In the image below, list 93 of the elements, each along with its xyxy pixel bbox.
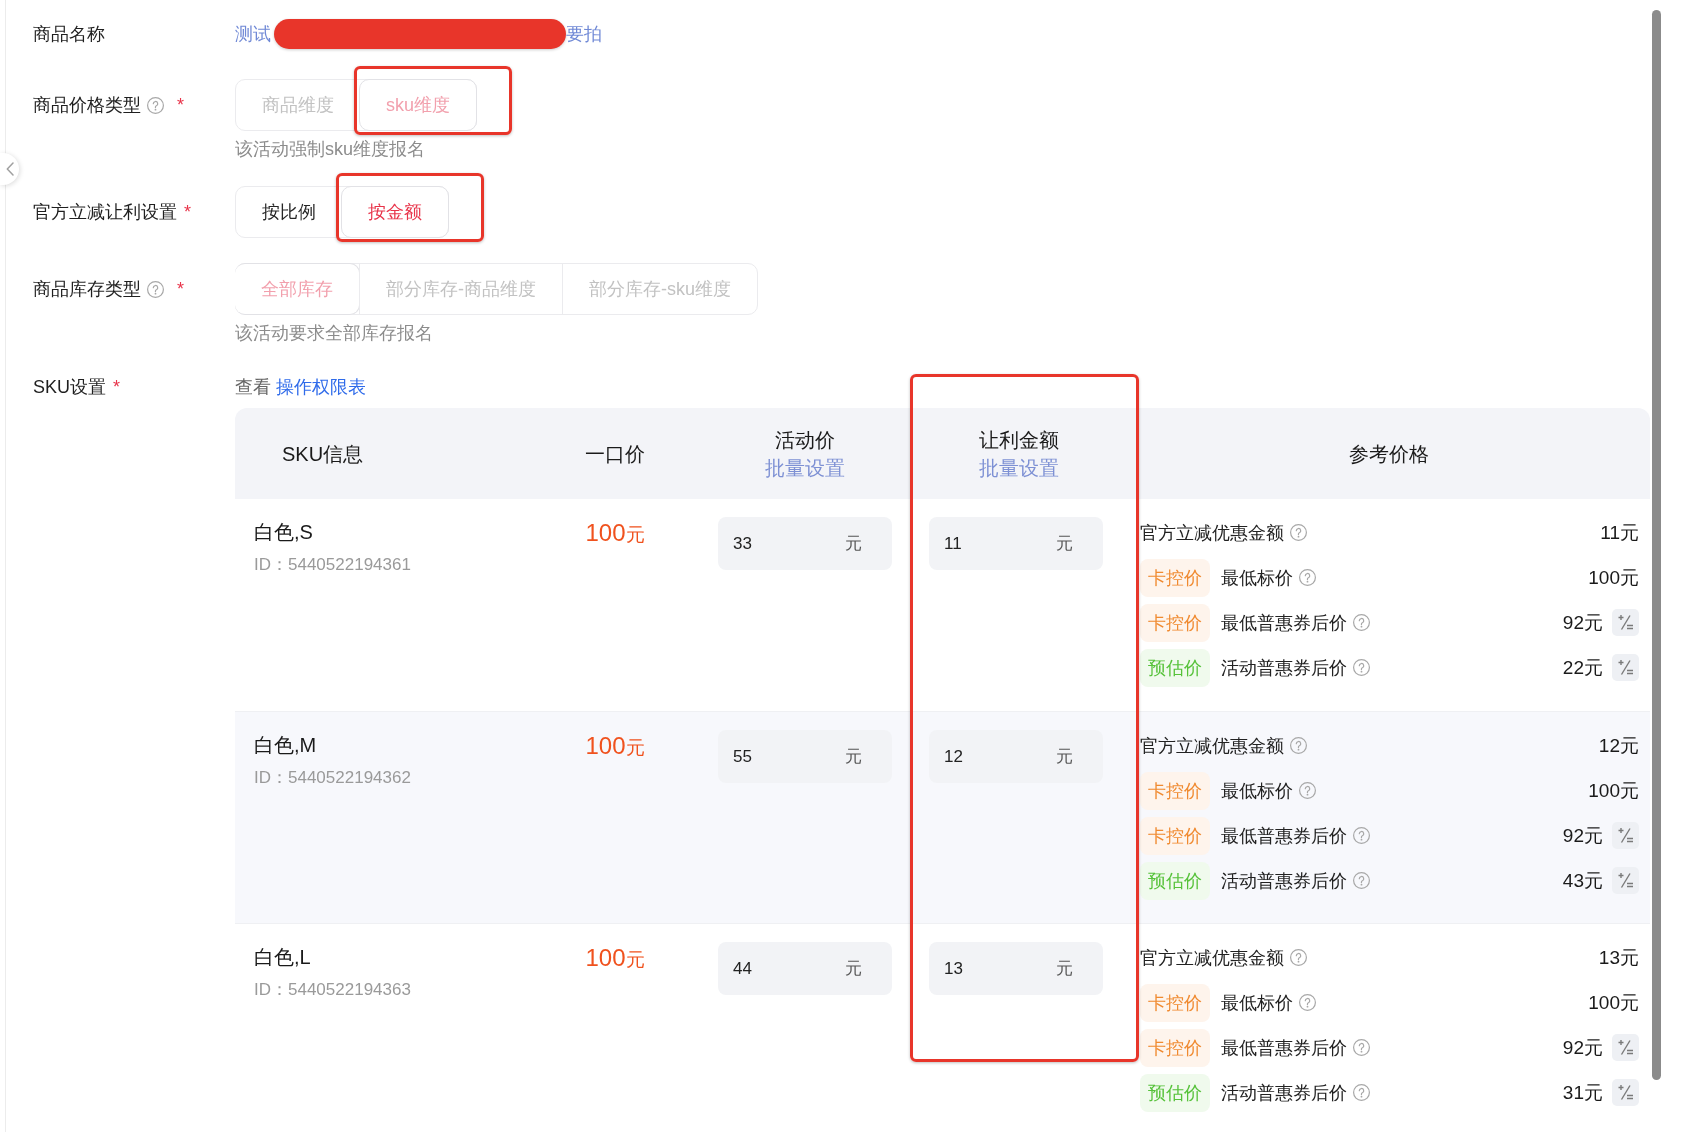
permission-table-link[interactable]: 操作权限表 [276, 375, 366, 399]
sku-name: 白色,L [254, 945, 311, 970]
sku-id: ID：5440522194361 [254, 555, 411, 575]
scrollbar-thumb[interactable] [1652, 10, 1661, 1080]
reference-label: 最低标价 [1221, 991, 1293, 1015]
reference-value: 22元 [1562, 655, 1603, 680]
plus-slash-equals-icon[interactable] [1612, 609, 1639, 636]
reference-label: 官方立减优惠金额 [1140, 521, 1284, 545]
column-title: SKU信息 [282, 441, 364, 467]
reference-value: 100元 [1588, 778, 1639, 803]
plus-slash-equals-icon[interactable] [1612, 867, 1639, 894]
help-icon[interactable] [1353, 1084, 1370, 1101]
help-icon[interactable] [1290, 524, 1307, 541]
help-icon[interactable] [1290, 949, 1307, 966]
price-tag: 预估价 [1140, 648, 1210, 687]
reference-label: 最低标价 [1221, 566, 1293, 590]
price-tag: 卡控价 [1140, 983, 1210, 1022]
help-icon[interactable] [1290, 737, 1307, 754]
activity-price-input[interactable]: 55 元 [718, 730, 892, 783]
discount-amount-input[interactable]: 11 元 [929, 517, 1103, 570]
reference-label: 活动普惠券后价 [1221, 869, 1347, 893]
reference-value: 12元 [1598, 733, 1639, 758]
required-mark: * [177, 94, 184, 116]
column-title: 活动价 [775, 427, 835, 453]
reference-value: 92元 [1562, 610, 1603, 635]
plus-slash-equals-icon[interactable] [1612, 822, 1639, 849]
column-title: 参考价格 [1349, 441, 1429, 467]
reference-value: 100元 [1588, 990, 1639, 1015]
segment-option[interactable]: 按金额 [341, 186, 449, 238]
plus-slash-equals-icon[interactable] [1612, 1079, 1639, 1106]
price-tag: 卡控价 [1140, 816, 1210, 855]
reference-label: 最低普惠券后价 [1221, 1036, 1347, 1060]
help-icon[interactable] [1299, 782, 1316, 799]
activity-price-input[interactable]: 33 元 [718, 517, 892, 570]
help-icon[interactable] [1353, 1039, 1370, 1056]
field-label: 商品库存类型 [33, 278, 141, 301]
collapse-handle[interactable] [0, 153, 19, 185]
field-label: 商品名称 [33, 23, 105, 46]
required-mark: * [113, 376, 121, 398]
reference-value: 11元 [1600, 520, 1639, 545]
reference-value: 43元 [1562, 868, 1603, 893]
help-icon[interactable] [1299, 994, 1316, 1011]
price-tag: 卡控价 [1140, 603, 1210, 642]
field-label: 商品价格类型 [33, 94, 141, 117]
price-text: 100元 [585, 943, 645, 973]
help-icon[interactable] [1353, 872, 1370, 889]
reference-label: 最低普惠券后价 [1221, 824, 1347, 848]
batch-set-link[interactable]: 批量设置 [979, 453, 1059, 482]
reference-label: 官方立减优惠金额 [1140, 946, 1284, 970]
product-name-link[interactable]: 测试 [235, 22, 271, 46]
activity-price-input[interactable]: 44 元 [718, 942, 892, 995]
sku-id: ID：5440522194363 [254, 980, 411, 1000]
hint-text: 该活动强制sku维度报名 [235, 138, 425, 161]
chevron-left-icon[interactable] [5, 162, 14, 176]
price-text: 100元 [585, 518, 645, 548]
price-tag: 卡控价 [1140, 1028, 1210, 1067]
column-title: 一口价 [585, 441, 645, 467]
price-tag: 卡控价 [1140, 771, 1210, 810]
plus-slash-equals-icon[interactable] [1612, 1034, 1639, 1061]
required-mark: * [177, 278, 184, 300]
reference-label: 活动普惠券后价 [1221, 656, 1347, 680]
reference-value: 92元 [1562, 1035, 1603, 1060]
batch-set-link[interactable]: 批量设置 [765, 453, 845, 482]
sku-name: 白色,M [254, 733, 317, 758]
help-icon[interactable] [1353, 614, 1370, 631]
column-title: 让利金额 [979, 427, 1059, 453]
reference-label: 官方立减优惠金额 [1140, 734, 1284, 758]
reference-value: 100元 [1588, 565, 1639, 590]
segment-option[interactable]: 按比例 [236, 187, 342, 237]
help-icon[interactable] [1353, 827, 1370, 844]
help-icon[interactable] [1299, 569, 1316, 586]
reference-label: 最低普惠券后价 [1221, 611, 1347, 635]
field-label: 官方立减让利设置 [33, 201, 177, 224]
reference-value: 92元 [1562, 823, 1603, 848]
reference-value: 13元 [1598, 945, 1639, 970]
reference-value: 31元 [1562, 1080, 1603, 1105]
required-mark: * [184, 201, 191, 223]
hint-text: 该活动要求全部库存报名 [235, 322, 433, 345]
discount-amount-input[interactable]: 13 元 [929, 942, 1103, 995]
sku-id: ID：5440522194362 [254, 768, 411, 788]
product-name-link[interactable]: 要拍 [566, 22, 602, 46]
discount-amount-input[interactable]: 12 元 [929, 730, 1103, 783]
price-tag: 预估价 [1140, 1073, 1210, 1112]
price-tag: 预估价 [1140, 861, 1210, 900]
plus-slash-equals-icon[interactable] [1612, 654, 1639, 681]
help-icon[interactable] [1353, 659, 1370, 676]
price-tag: 卡控价 [1140, 558, 1210, 597]
price-text: 100元 [585, 731, 645, 761]
reference-label: 最低标价 [1221, 779, 1293, 803]
field-label: SKU设置 [33, 376, 106, 399]
sku-name: 白色,S [254, 520, 313, 545]
reference-label: 活动普惠券后价 [1221, 1081, 1347, 1105]
link-prefix-text: 查看 [235, 376, 271, 399]
